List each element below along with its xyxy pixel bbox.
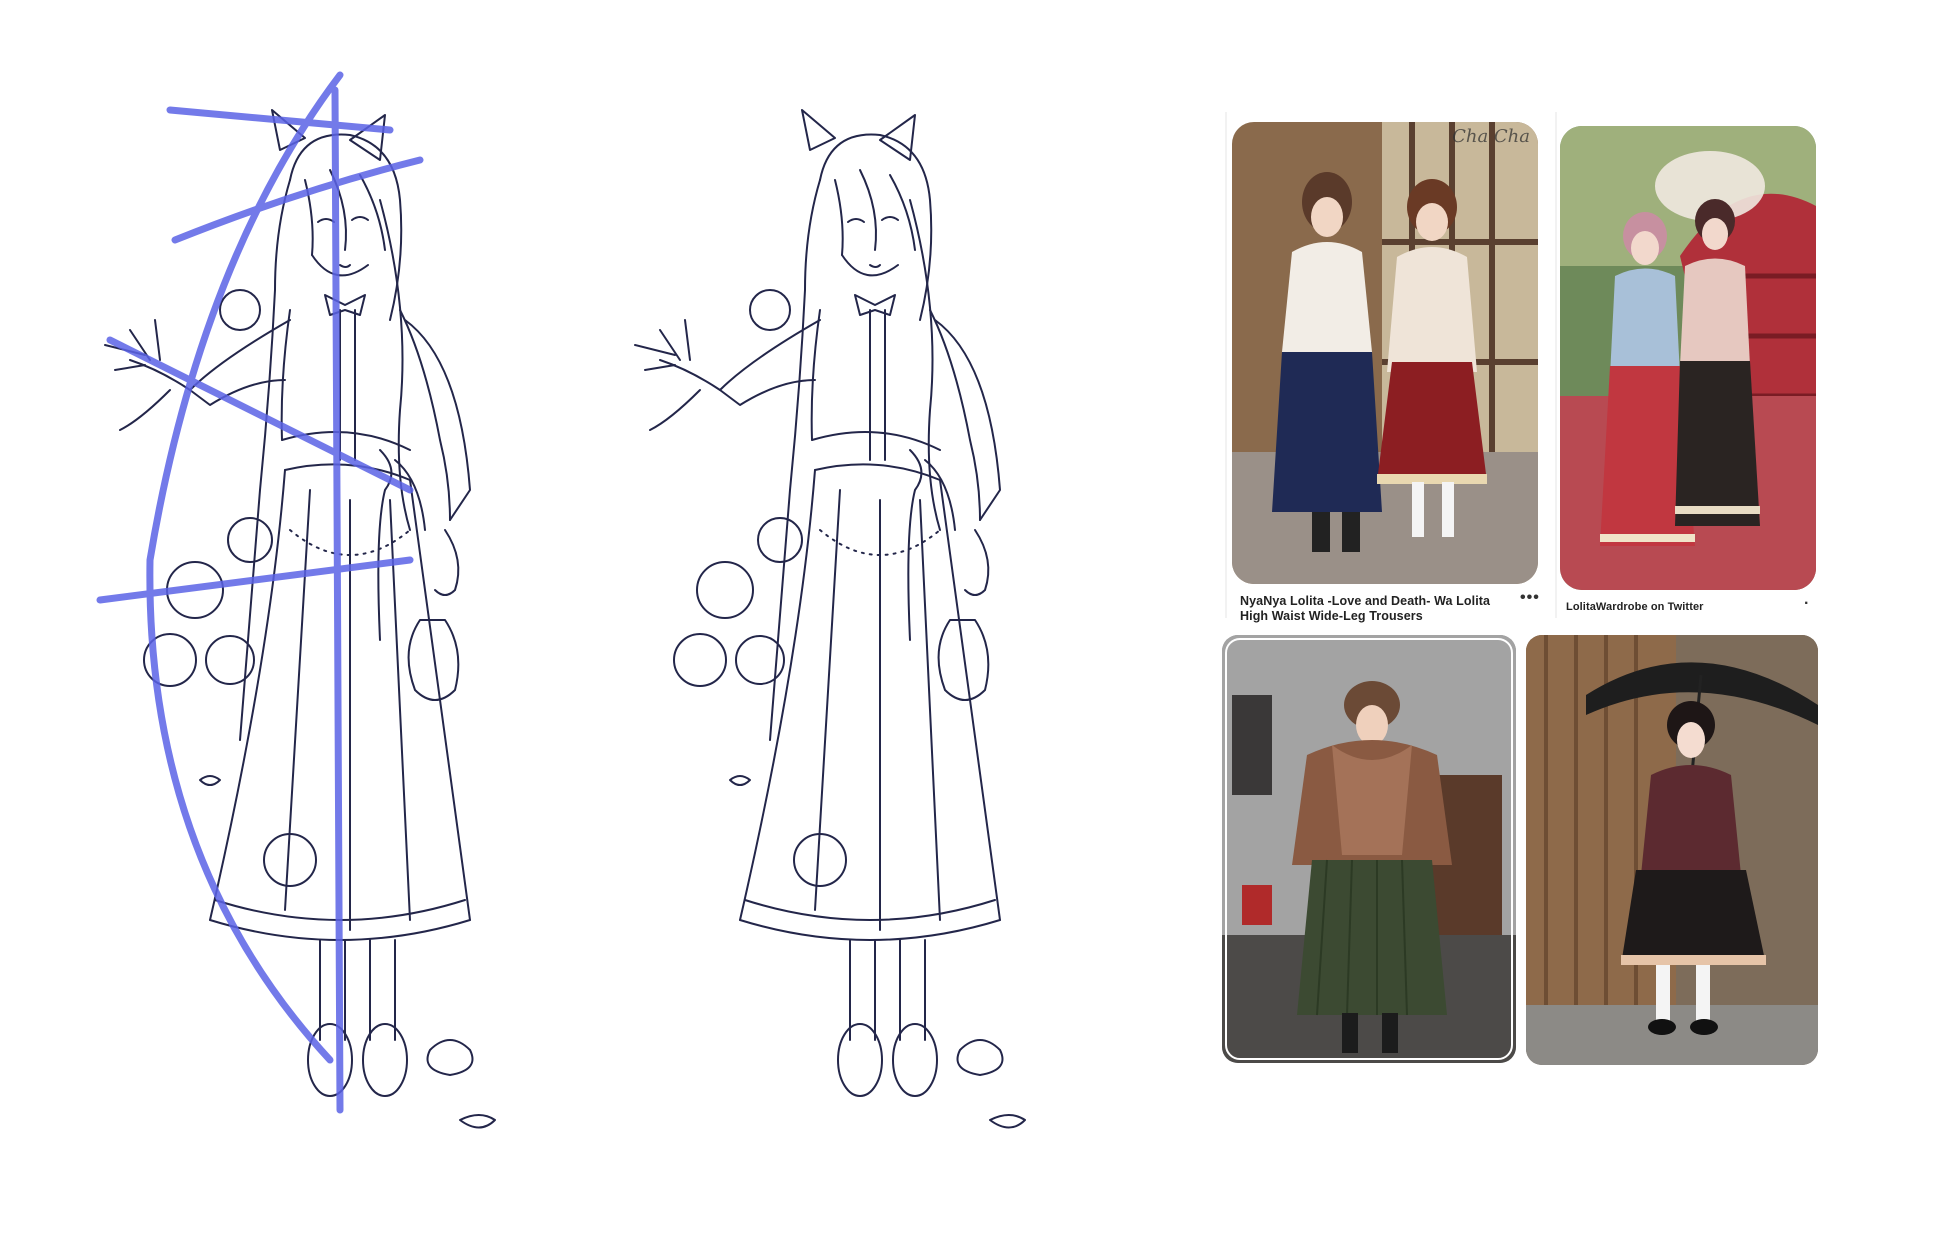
sketch-guides-art <box>96 71 496 1129</box>
more-options-icon[interactable]: ••• <box>1520 590 1540 606</box>
pin-caption-line-2: High Waist Wide-Leg Trousers <box>1240 609 1423 623</box>
sketch-clean-art <box>634 109 1026 1129</box>
reference-pin-4[interactable] <box>1526 635 1818 1065</box>
reference-panel-edge <box>1225 112 1227 618</box>
drawing-canvas[interactable]: Cha Cha NyaNya Lolita -Love and Death- W… <box>0 0 1953 1254</box>
sketch-with-guides <box>50 60 570 1220</box>
sketch-clean-lineart <box>580 60 1100 1220</box>
reference-pin-3[interactable] <box>1222 635 1516 1063</box>
pin-image[interactable] <box>1232 122 1538 584</box>
pin-image[interactable] <box>1222 635 1516 1063</box>
reference-panel-divider <box>1555 112 1557 618</box>
reference-pin-1[interactable]: Cha Cha NyaNya Lolita -Love and Death- W… <box>1232 118 1550 628</box>
pin-caption[interactable]: LolitaWardrobe on Twitter <box>1566 600 1704 615</box>
pin-caption-line-1: NyaNya Lolita -Love and Death- Wa Lolita <box>1240 594 1491 608</box>
pin-image[interactable] <box>1526 635 1818 1065</box>
pin-watermark: Cha Cha <box>1452 126 1530 147</box>
more-options-icon[interactable]: · <box>1804 596 1810 612</box>
pin-caption[interactable]: NyaNya Lolita -Love and Death- Wa Lolita… <box>1240 594 1530 624</box>
pin-image[interactable] <box>1560 126 1816 590</box>
reference-pin-2[interactable]: LolitaWardrobe on Twitter · <box>1560 122 1818 620</box>
